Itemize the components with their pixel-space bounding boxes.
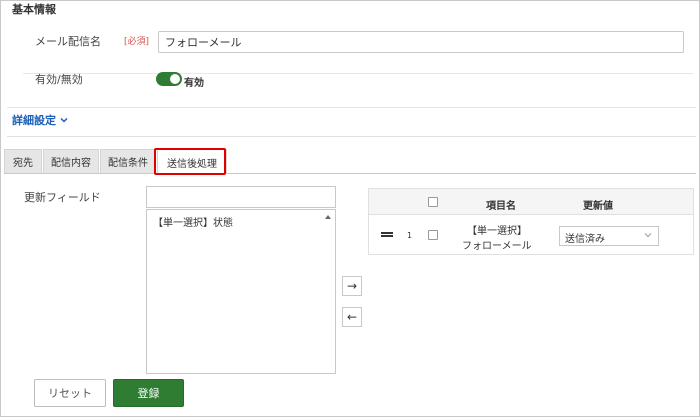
tab-bar: 宛先 配信内容 配信条件 送信後処理 — [4, 149, 696, 174]
tab-label: 配信内容 — [51, 158, 91, 169]
row-name-line2: フォローメール — [462, 241, 532, 252]
list-item[interactable]: 【単一選択】状態 — [153, 214, 233, 229]
divider — [7, 136, 696, 137]
field-listbox[interactable]: 【単一選択】状態 — [146, 209, 336, 374]
tab-conditions[interactable]: 配信条件 — [100, 149, 156, 173]
advanced-settings-link[interactable]: 詳細設定 — [12, 112, 68, 128]
reset-button[interactable]: リセット — [34, 379, 106, 407]
advanced-settings-label: 詳細設定 — [12, 114, 56, 127]
remove-field-button[interactable]: ← — [342, 307, 362, 327]
update-table: 項目名 更新値 1 【単一選択】 フォローメール 送信済み — [368, 188, 694, 255]
enable-state-label: 有効 — [184, 78, 204, 89]
row-name-line1: 【単一選択】 — [467, 226, 527, 237]
tab-label: 配信条件 — [108, 158, 148, 169]
scroll-up-icon[interactable] — [325, 215, 331, 219]
chevron-down-icon — [60, 117, 68, 123]
select-value: 送信済み — [565, 234, 605, 245]
tab-recipients[interactable]: 宛先 — [4, 149, 42, 173]
name-label: メール配信名 — [35, 35, 101, 48]
save-label: 登録 — [137, 387, 160, 400]
arrow-left-icon: ← — [346, 310, 358, 324]
save-button[interactable]: 登録 — [113, 379, 184, 407]
update-field-label: 更新フィールド — [24, 191, 101, 204]
tab-content[interactable]: 配信内容 — [43, 149, 99, 173]
drag-handle-icon[interactable] — [381, 232, 393, 237]
row-checkbox[interactable] — [428, 230, 438, 240]
mail-name-input[interactable] — [158, 31, 684, 53]
enable-label: 有効/無効 — [35, 73, 83, 86]
field-filter-input[interactable] — [146, 186, 336, 208]
required-badge: [必須] — [124, 37, 150, 47]
chevron-down-icon — [644, 233, 652, 238]
basic-info-panel: メール配信名 [必須] 有効/無効 — [7, 13, 696, 108]
arrow-right-icon: → — [346, 279, 358, 293]
main-frame: 基本情報 メール配信名 [必須] 有効/無効 有効 詳細設定 宛先 配信内容 配… — [0, 0, 700, 417]
tab-label: 宛先 — [13, 158, 33, 169]
toggle-knob — [170, 74, 180, 84]
tab-label: 送信後処理 — [167, 158, 217, 170]
update-value-select[interactable]: 送信済み — [559, 226, 659, 246]
header-name: 項目名 — [486, 201, 516, 212]
tab-post-processing[interactable]: 送信後処理 — [157, 149, 227, 174]
table-header: 項目名 更新値 — [369, 189, 693, 215]
header-value: 更新値 — [583, 201, 613, 212]
select-all-checkbox[interactable] — [428, 197, 438, 207]
add-field-button[interactable]: → — [342, 276, 362, 296]
enable-toggle[interactable] — [156, 72, 182, 86]
reset-label: リセット — [48, 387, 92, 400]
divider — [23, 73, 693, 74]
row-index: 1 — [407, 231, 413, 240]
